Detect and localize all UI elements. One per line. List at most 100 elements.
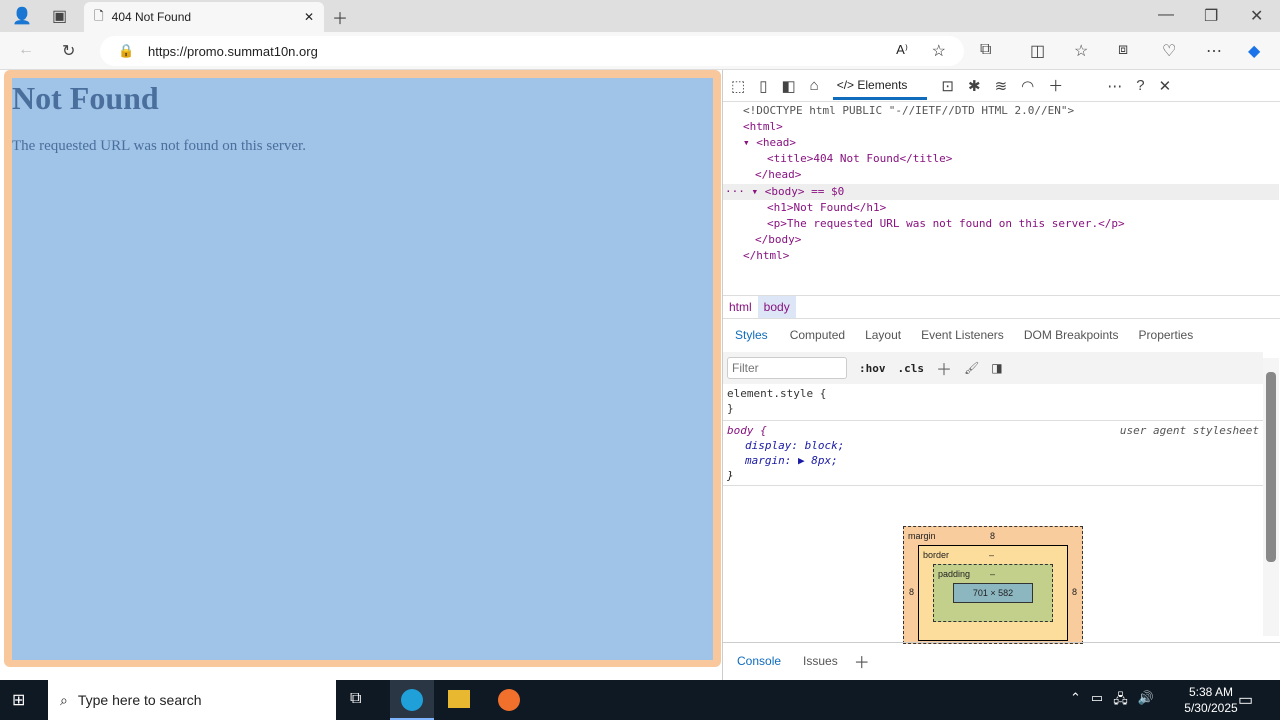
- refresh-icon[interactable]: ↻: [62, 41, 75, 61]
- breadcrumb-html[interactable]: html: [723, 300, 758, 314]
- tab-console[interactable]: Console: [723, 654, 795, 668]
- tab-strip: 👤 ▣ 🗋 404 Not Found ✕ ＋ — ❐ ✕: [0, 0, 1280, 32]
- dom-line[interactable]: ▾ <head>: [723, 135, 1279, 151]
- new-tab-button[interactable]: ＋: [332, 5, 348, 29]
- dom-line[interactable]: <h1>Not Found</h1>: [723, 200, 1279, 216]
- network-icon[interactable]: ≋: [995, 77, 1008, 95]
- address-bar[interactable]: 🔒 https://promo.summat10n.org A⁾ ☆: [100, 36, 964, 66]
- dom-line[interactable]: <html>: [723, 119, 1279, 135]
- network-icon[interactable]: 🖧: [1113, 690, 1128, 712]
- meet-icon[interactable]: ▭: [1091, 690, 1103, 712]
- styles-toolbar: :hov .cls ＋ 🖌 ◨: [723, 352, 1263, 384]
- inspect-icon[interactable]: ⬚: [731, 77, 745, 95]
- sources-bug-icon[interactable]: ✱: [968, 77, 981, 95]
- box-model-padding: padding – 701 × 582: [933, 564, 1053, 622]
- profile-icon[interactable]: 👤: [12, 6, 32, 26]
- dock-icon[interactable]: ◧: [781, 77, 795, 95]
- devtools-panel: ⬚ ▯ ◧ ⌂ </> Elements ⊡ ✱ ≋ ◠ ＋ ⋯ ? ✕ <!D…: [722, 70, 1280, 680]
- browser-tab[interactable]: 🗋 404 Not Found ✕: [84, 2, 324, 32]
- add-drawer-tab-icon[interactable]: ＋: [846, 649, 878, 673]
- rule-property[interactable]: display: block;: [727, 438, 1259, 453]
- element-style-selector[interactable]: element.style {: [727, 386, 826, 401]
- url-text: https://promo.summat10n.org: [148, 43, 318, 59]
- dom-line[interactable]: <!DOCTYPE html PUBLIC "-//IETF//DTD HTML…: [723, 103, 1279, 119]
- cls-button[interactable]: .cls: [898, 362, 925, 375]
- tab-layout[interactable]: Layout: [855, 328, 911, 342]
- tray-chevron-icon[interactable]: ⌃: [1070, 690, 1081, 712]
- computed-sidebar-icon[interactable]: ◨: [991, 361, 1002, 375]
- start-icon[interactable]: ⊞: [12, 690, 25, 710]
- extensions-icon[interactable]: ⧉: [980, 41, 991, 59]
- tab-properties[interactable]: Properties: [1129, 328, 1204, 342]
- hov-button[interactable]: :hov: [859, 362, 886, 375]
- collections-icon[interactable]: ⧈: [1118, 41, 1128, 59]
- new-rule-icon[interactable]: ＋: [936, 356, 952, 380]
- maximize-button[interactable]: ❐: [1204, 6, 1218, 26]
- split-screen-icon[interactable]: ◫: [1030, 41, 1045, 61]
- favorites-icon[interactable]: ☆: [1074, 41, 1088, 61]
- breadcrumb: html body: [723, 295, 1280, 319]
- styles-scrollbar[interactable]: [1263, 358, 1279, 636]
- volume-icon[interactable]: 🔊: [1138, 690, 1154, 712]
- firefox-icon[interactable]: [498, 689, 520, 711]
- dom-line[interactable]: </head>: [723, 167, 1279, 183]
- dom-line[interactable]: </html>: [723, 248, 1279, 264]
- notifications-icon[interactable]: ▭: [1238, 690, 1253, 710]
- close-tab-icon[interactable]: ✕: [304, 10, 314, 24]
- close-window-button[interactable]: ✕: [1250, 6, 1263, 26]
- copilot-icon[interactable]: ◆: [1248, 41, 1260, 61]
- rule-source: user agent stylesheet: [1119, 424, 1259, 437]
- tab-actions-icon[interactable]: ▣: [52, 6, 67, 26]
- box-model-margin: margin 8 8 8 border – padding – 701 × 58…: [903, 526, 1083, 644]
- brace: }: [727, 402, 734, 415]
- performance-icon[interactable]: ♡: [1162, 41, 1176, 61]
- body-highlight: [12, 78, 713, 660]
- help-icon[interactable]: ?: [1136, 77, 1144, 94]
- rule-property[interactable]: margin: ▶ 8px;: [727, 453, 1259, 468]
- search-icon: ⌕: [60, 691, 68, 708]
- search-placeholder: Type here to search: [77, 692, 202, 708]
- box-model-content: 701 × 582: [953, 583, 1033, 603]
- dom-line[interactable]: <p>The requested URL was not found on th…: [723, 216, 1279, 232]
- color-format-icon[interactable]: 🖌: [964, 361, 979, 375]
- brace: }: [727, 469, 734, 482]
- dom-line-selected[interactable]: ··· ▾ <body> == $0: [723, 184, 1279, 200]
- page-paragraph: The requested URL was not found on this …: [12, 138, 306, 154]
- dom-line[interactable]: </body>: [723, 232, 1279, 248]
- close-devtools-icon[interactable]: ✕: [1159, 77, 1172, 95]
- tab-elements[interactable]: </> Elements: [832, 72, 928, 100]
- tab-issues[interactable]: Issues: [795, 654, 846, 668]
- tab-computed[interactable]: Computed: [780, 328, 855, 342]
- minimize-button[interactable]: —: [1158, 6, 1174, 24]
- box-model-border: border – padding – 701 × 582: [918, 545, 1068, 641]
- console-error-icon[interactable]: ⊡: [941, 77, 954, 95]
- page-heading: Not Found: [12, 80, 159, 116]
- dom-tree: <!DOCTYPE html PUBLIC "-//IETF//DTD HTML…: [723, 103, 1280, 293]
- tab-styles[interactable]: Styles: [723, 328, 780, 342]
- lock-icon: 🔒: [118, 43, 135, 58]
- rule-selector: body {: [727, 424, 767, 437]
- devtools-toolbar: ⬚ ▯ ◧ ⌂ </> Elements ⊡ ✱ ≋ ◠ ＋ ⋯ ? ✕: [723, 70, 1280, 102]
- styles-filter-input[interactable]: [727, 357, 847, 379]
- tab-dom-breakpoints[interactable]: DOM Breakpoints: [1014, 328, 1129, 342]
- file-explorer-icon[interactable]: [448, 690, 470, 708]
- read-aloud-icon[interactable]: A⁾: [896, 42, 908, 58]
- more-icon[interactable]: ⋯: [1206, 41, 1222, 61]
- back-icon[interactable]: ←: [18, 41, 34, 59]
- more-tools-icon[interactable]: ＋: [1048, 75, 1063, 96]
- edge-taskbar-icon[interactable]: [390, 680, 434, 720]
- element-style-rule: element.style { }: [727, 386, 826, 416]
- tab-event-listeners[interactable]: Event Listeners: [911, 328, 1014, 342]
- dom-line[interactable]: <title>404 Not Found</title>: [723, 151, 1279, 167]
- performance-icon[interactable]: ◠: [1021, 77, 1034, 95]
- taskbar-search[interactable]: ⌕ Type here to search: [48, 680, 336, 720]
- device-emulation-icon[interactable]: ▯: [759, 77, 767, 95]
- favorite-star-icon[interactable]: ☆: [932, 41, 946, 61]
- task-view-icon[interactable]: ⧉: [350, 690, 361, 708]
- tab-title: 404 Not Found: [111, 10, 192, 24]
- more-options-icon[interactable]: ⋯: [1107, 77, 1122, 95]
- welcome-home-icon[interactable]: ⌂: [810, 77, 819, 94]
- breadcrumb-body[interactable]: body: [757, 296, 796, 318]
- system-tray: ⌃ ▭ 🖧 🔊: [1070, 690, 1154, 712]
- drawer-tabs: Console Issues ＋: [723, 642, 1280, 678]
